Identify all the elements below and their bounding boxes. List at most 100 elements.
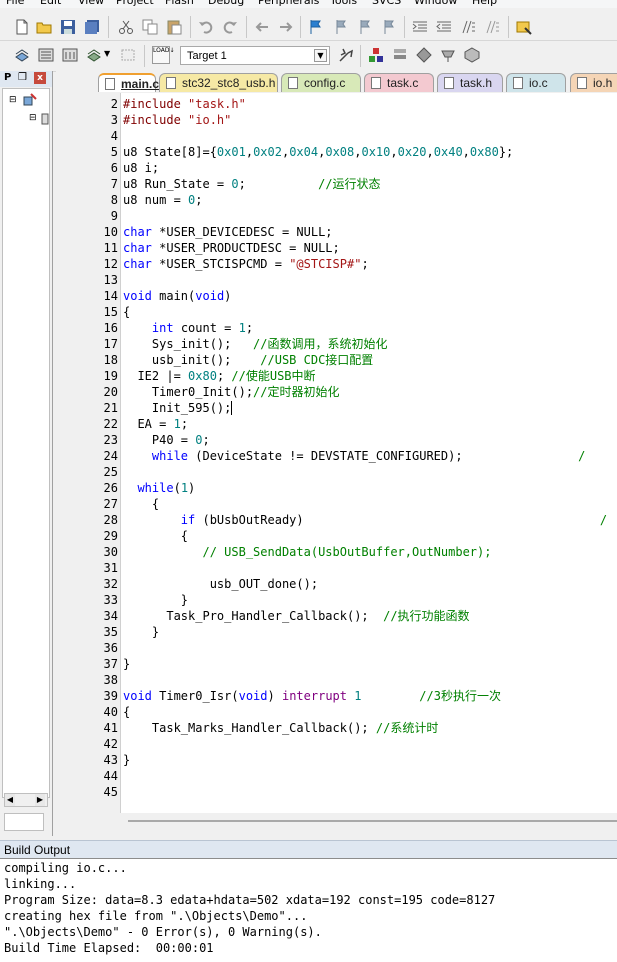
pack-installer-icon[interactable] (440, 47, 456, 63)
menu-item-tools[interactable]: Tools (330, 0, 357, 7)
code-line[interactable]: 32 usb_OUT_done(); (56, 576, 617, 592)
stop-build-icon[interactable] (120, 47, 136, 63)
tab-stc32-stc8-usb-h[interactable]: stc32_stc8_usb.h (159, 73, 278, 92)
menu-item-window[interactable]: Window (414, 0, 457, 7)
open-folder-icon[interactable] (36, 19, 52, 35)
component-icon[interactable] (464, 47, 480, 63)
clear-bookmarks-icon[interactable] (380, 19, 396, 35)
tab-config-c[interactable]: config.c (281, 73, 361, 92)
chevron-down-icon[interactable]: ▼ (314, 49, 327, 62)
redo-icon[interactable] (222, 19, 238, 35)
code-line[interactable]: 16 int count = 1; (56, 320, 617, 336)
save-icon[interactable] (60, 19, 76, 35)
tab-io-h[interactable]: io.h (570, 73, 617, 92)
code-line[interactable]: 36 (56, 640, 617, 656)
tree-collapse-icon[interactable]: ⊟ (9, 95, 17, 105)
code-line[interactable]: 3 #include "io.h" (56, 112, 617, 128)
code-line[interactable]: 26 while(1) (56, 480, 617, 496)
undo-icon[interactable] (198, 19, 214, 35)
paste-icon[interactable] (166, 19, 182, 35)
code-line[interactable]: 39 void Timer0_Isr(void) interrupt 1 //3秒… (56, 688, 617, 704)
tab-task-c[interactable]: task.c (364, 73, 434, 92)
editor-horizontal-scrollbar[interactable] (56, 813, 617, 831)
code-line[interactable]: 5 u8 State[8]={0x01,0x02,0x04,0x08,0x10,0… (56, 144, 617, 160)
menu-item-svcs[interactable]: SVCS (372, 0, 401, 7)
code-line[interactable]: 29 { (56, 528, 617, 544)
code-line[interactable]: 13 (56, 272, 617, 288)
copy-icon[interactable] (142, 19, 158, 35)
code-line[interactable]: 2 #include "task.h" (56, 96, 617, 112)
code-line[interactable]: 23 P40 = 0; (56, 432, 617, 448)
cut-icon[interactable] (118, 19, 134, 35)
pin-icon[interactable]: ❒ (18, 72, 27, 83)
code-line[interactable]: 31 (56, 560, 617, 576)
code-line[interactable]: 24 while (DeviceState != DEVSTATE_CONFIG… (56, 448, 617, 464)
tab-io-c[interactable]: io.c (506, 73, 566, 92)
code-editor[interactable]: 2 #include "task.h" 3 #include "io.h" 4 5 u8 S… (56, 93, 617, 813)
target-node-icon[interactable] (41, 113, 49, 125)
code-line[interactable]: 19 IE2 |= 0x80; //使能USB中断 (56, 368, 617, 384)
comment-icon[interactable] (460, 19, 476, 35)
build-icon[interactable] (38, 47, 54, 63)
code-line[interactable]: 41 Task_Marks_Handler_Callback(); //系统计时 (56, 720, 617, 736)
indent-icon[interactable] (412, 19, 428, 35)
target-options-icon[interactable] (338, 47, 354, 63)
code-line[interactable]: 35 } (56, 624, 617, 640)
code-line[interactable]: 10 char *USER_DEVICEDESC = NULL; (56, 224, 617, 240)
code-line[interactable]: 7 u8 Run_State = 0; //运行状态 (56, 176, 617, 192)
tab-task-h[interactable]: task.h (437, 73, 503, 92)
code-line[interactable]: 4 (56, 128, 617, 144)
code-line[interactable]: 37} (56, 656, 617, 672)
scroll-left-icon[interactable]: ◀ (5, 794, 15, 806)
menu-item-edit[interactable]: Edit (40, 0, 61, 7)
code-line[interactable]: 30 // USB_SendData(UsbOutBuffer,OutNumbe… (56, 544, 617, 560)
code-line[interactable]: 42 (56, 736, 617, 752)
menu-item-flash[interactable]: Flash (165, 0, 194, 7)
build-output-panel[interactable]: compiling io.c... linking... Program Size:… (0, 858, 617, 962)
code-line[interactable]: 43} (56, 752, 617, 768)
menu-item-view[interactable]: View (78, 0, 104, 7)
uncomment-icon[interactable] (484, 19, 500, 35)
nav-forward-icon[interactable] (278, 19, 294, 35)
menu-item-peripherals[interactable]: Peripherals (258, 0, 319, 7)
manage-rte-icon[interactable] (416, 47, 432, 63)
new-file-icon[interactable] (14, 19, 30, 35)
project-tree-scrollbar[interactable]: ◀ ▶ (4, 793, 48, 807)
select-packs-icon[interactable] (392, 47, 408, 63)
menu-item-help[interactable]: Help (472, 0, 497, 7)
find-in-files-icon[interactable] (516, 19, 532, 35)
code-line[interactable]: 27 { (56, 496, 617, 512)
menu-item-file[interactable]: File (6, 0, 24, 7)
code-line[interactable]: 22 EA = 1; (56, 416, 617, 432)
nav-back-icon[interactable] (254, 19, 270, 35)
scroll-right-icon[interactable]: ▶ (35, 794, 45, 806)
close-icon[interactable]: x (34, 72, 46, 84)
code-line[interactable]: 40 { (56, 704, 617, 720)
manage-project-items-icon[interactable] (368, 47, 384, 63)
unindent-icon[interactable] (436, 19, 452, 35)
next-bookmark-icon[interactable] (356, 19, 372, 35)
dropdown-arrow-icon[interactable]: ▼ (104, 49, 110, 58)
code-line[interactable]: 20 Timer0_Init();//定时器初始化 (56, 384, 617, 400)
code-line[interactable]: 8 u8 num = 0; (56, 192, 617, 208)
code-line[interactable]: 17 Sys_init(); //函数调用，系统初始化 (56, 336, 617, 352)
code-line[interactable]: 34 Task_Pro_Handler_Callback(); //执行功能函数 (56, 608, 617, 624)
save-all-icon[interactable] (84, 19, 100, 35)
code-line[interactable]: 45 (56, 784, 617, 800)
code-line[interactable]: 28 if (bUsbOutReady) / (56, 512, 617, 528)
project-root-icon[interactable] (23, 93, 37, 107)
menu-item-project[interactable]: Project (116, 0, 154, 7)
translate-icon[interactable] (14, 47, 30, 63)
code-line[interactable]: 33 } (56, 592, 617, 608)
scrollbar-track[interactable] (128, 820, 617, 822)
code-line[interactable]: 9 (56, 208, 617, 224)
tree-collapse-icon[interactable]: ⊟ (29, 113, 37, 123)
bookmark-icon[interactable] (308, 19, 324, 35)
code-line[interactable]: 14 void main(void) (56, 288, 617, 304)
code-line[interactable]: 25 (56, 464, 617, 480)
code-line[interactable]: 15 { (56, 304, 617, 320)
code-line[interactable]: 44 (56, 768, 617, 784)
tab-main-c[interactable]: main.c (98, 73, 159, 92)
code-line[interactable]: 18 usb_init(); //USB CDC接口配置 (56, 352, 617, 368)
target-select[interactable]: Target 1 ▼ (180, 46, 330, 65)
